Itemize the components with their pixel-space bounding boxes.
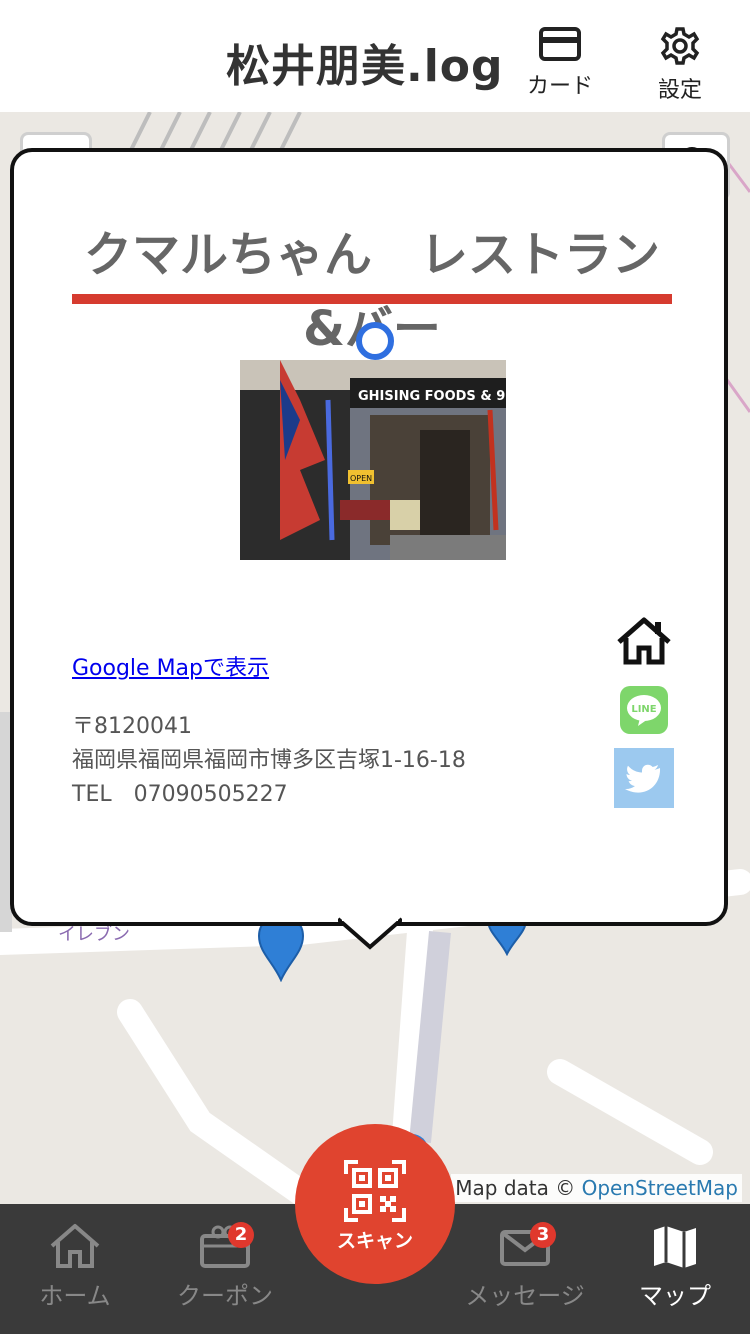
card-label: カード xyxy=(526,74,593,99)
nav-message-label: メッセージ xyxy=(465,1282,585,1310)
photo-sign-text: GHISING FOODS & 96Bar xyxy=(358,389,506,404)
house-icon xyxy=(617,617,671,665)
coupon-badge: 2 xyxy=(228,1222,254,1248)
map-icon xyxy=(654,1226,696,1268)
nav-home[interactable]: ホーム xyxy=(0,1222,150,1311)
shop-photo-image: GHISING FOODS & 96Bar OPEN xyxy=(240,360,506,560)
qr-code-icon xyxy=(344,1160,406,1222)
current-location-icon xyxy=(356,322,394,360)
message-badge: 3 xyxy=(530,1222,556,1248)
settings-label: 設定 xyxy=(657,78,702,103)
app-header: 松井朋美.log カード 設定 xyxy=(0,0,750,112)
nav-map[interactable]: マップ xyxy=(600,1222,750,1311)
twitter-button[interactable] xyxy=(614,748,674,812)
line-icon-text: LINE xyxy=(631,704,656,715)
scan-label: スキャン xyxy=(336,1230,413,1252)
attribution-text: Map data © xyxy=(455,1176,576,1200)
home-icon xyxy=(50,1224,100,1268)
phone-number[interactable]: TEL 07090505227 xyxy=(72,776,288,808)
homepage-button[interactable] xyxy=(614,616,674,670)
twitter-icon xyxy=(614,748,674,808)
line-icon: LINE xyxy=(620,686,668,734)
photo-open-text: OPEN xyxy=(350,474,372,483)
address: 福岡県福岡県福岡市博多区吉塚1-16-18 xyxy=(72,748,466,773)
openstreetmap-link[interactable]: OpenStreetMap xyxy=(582,1176,738,1200)
nav-coupon-label: クーポン xyxy=(177,1282,273,1310)
scan-button[interactable]: スキャン xyxy=(295,1124,455,1284)
nav-map-label: マップ xyxy=(639,1282,711,1310)
popup-pointer xyxy=(338,915,402,950)
title-underline xyxy=(72,294,672,304)
line-button[interactable]: LINE xyxy=(614,686,674,738)
app-title: 松井朋美.log xyxy=(226,41,504,92)
nav-message[interactable]: 3 メッセージ xyxy=(450,1222,600,1311)
settings-button[interactable]: 設定 xyxy=(635,26,725,106)
google-map-link[interactable]: Google Mapで表示 xyxy=(72,650,269,682)
postal-code: 〒8120041 xyxy=(72,714,192,739)
nav-coupon[interactable]: 2 クーポン xyxy=(150,1222,300,1311)
gear-icon xyxy=(660,27,700,65)
shop-popup: クマルちゃん レストラン &バー GHISING FOODS & 96Bar O… xyxy=(10,148,728,926)
card-icon xyxy=(539,27,581,61)
shop-photo: GHISING FOODS & 96Bar OPEN xyxy=(240,360,506,560)
map-attribution: Map data © OpenStreetMap xyxy=(451,1174,742,1202)
nav-home-label: ホーム xyxy=(39,1282,111,1310)
shop-name-line1: クマルちゃん レストラン xyxy=(83,227,660,283)
card-button[interactable]: カード xyxy=(515,26,605,106)
